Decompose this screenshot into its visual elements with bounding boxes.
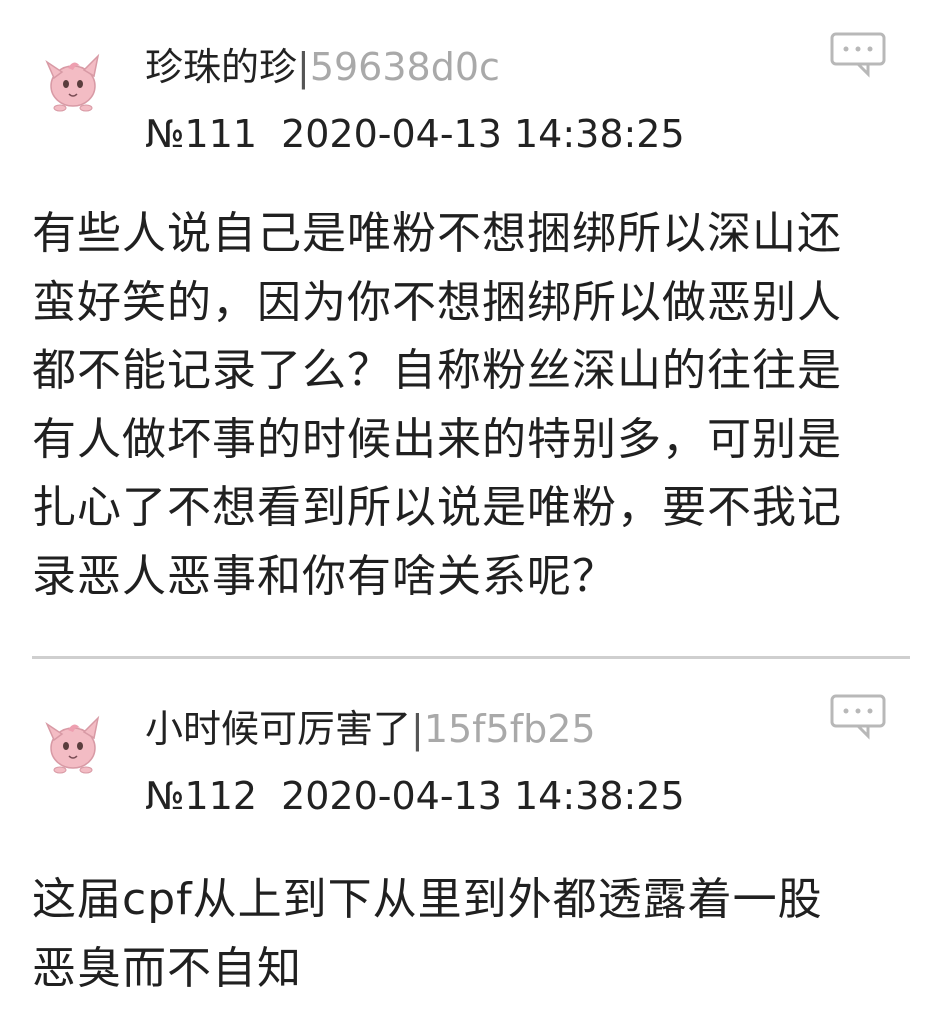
post-meta: №111 2020-04-13 14:38:25 [145, 108, 685, 160]
author-name[interactable]: 小时候可厉害了 [145, 707, 411, 751]
avatar[interactable] [40, 706, 106, 776]
post-content: 这届cpf从上到下从里到外都透露着一股 恶臭而不自知 [32, 874, 823, 994]
pink-creature-avatar-icon [45, 715, 100, 774]
author-line: 珍珠的珍|59638d0c [145, 42, 500, 92]
reply-button[interactable] [828, 30, 888, 80]
timestamp: 2020-04-13 14:38:25 [281, 774, 685, 818]
avatar[interactable] [40, 44, 106, 114]
post-meta: №112 2020-04-13 14:38:25 [145, 770, 685, 822]
reply-button[interactable] [828, 692, 888, 742]
author-name[interactable]: 珍珠的珍 [145, 45, 297, 89]
author-separator: | [297, 45, 310, 89]
post-number[interactable]: №111 [145, 112, 257, 156]
author-line: 小时候可厉害了|15f5fb25 [145, 704, 596, 754]
timestamp: 2020-04-13 14:38:25 [281, 112, 685, 156]
author-id: 59638d0c [309, 45, 500, 89]
post-item: 珍珠的珍|59638d0c №111 2020-04-13 14:38:25 有些… [0, 0, 943, 658]
post-divider [32, 656, 910, 659]
author-separator: | [411, 707, 424, 751]
post-item: 小时候可厉害了|15f5fb25 №112 2020-04-13 14:38:25… [0, 662, 943, 1024]
post-content: 有些人说自己是唯粉不想捆绑所以深山还 蛮好笑的，因为你不想捆绑所以做恶别人 都不… [32, 208, 842, 602]
author-id: 15f5fb25 [423, 707, 596, 751]
speech-bubble-icon [830, 694, 886, 740]
speech-bubble-icon [830, 32, 886, 78]
post-number[interactable]: №112 [145, 774, 257, 818]
pink-creature-avatar-icon [45, 53, 100, 112]
